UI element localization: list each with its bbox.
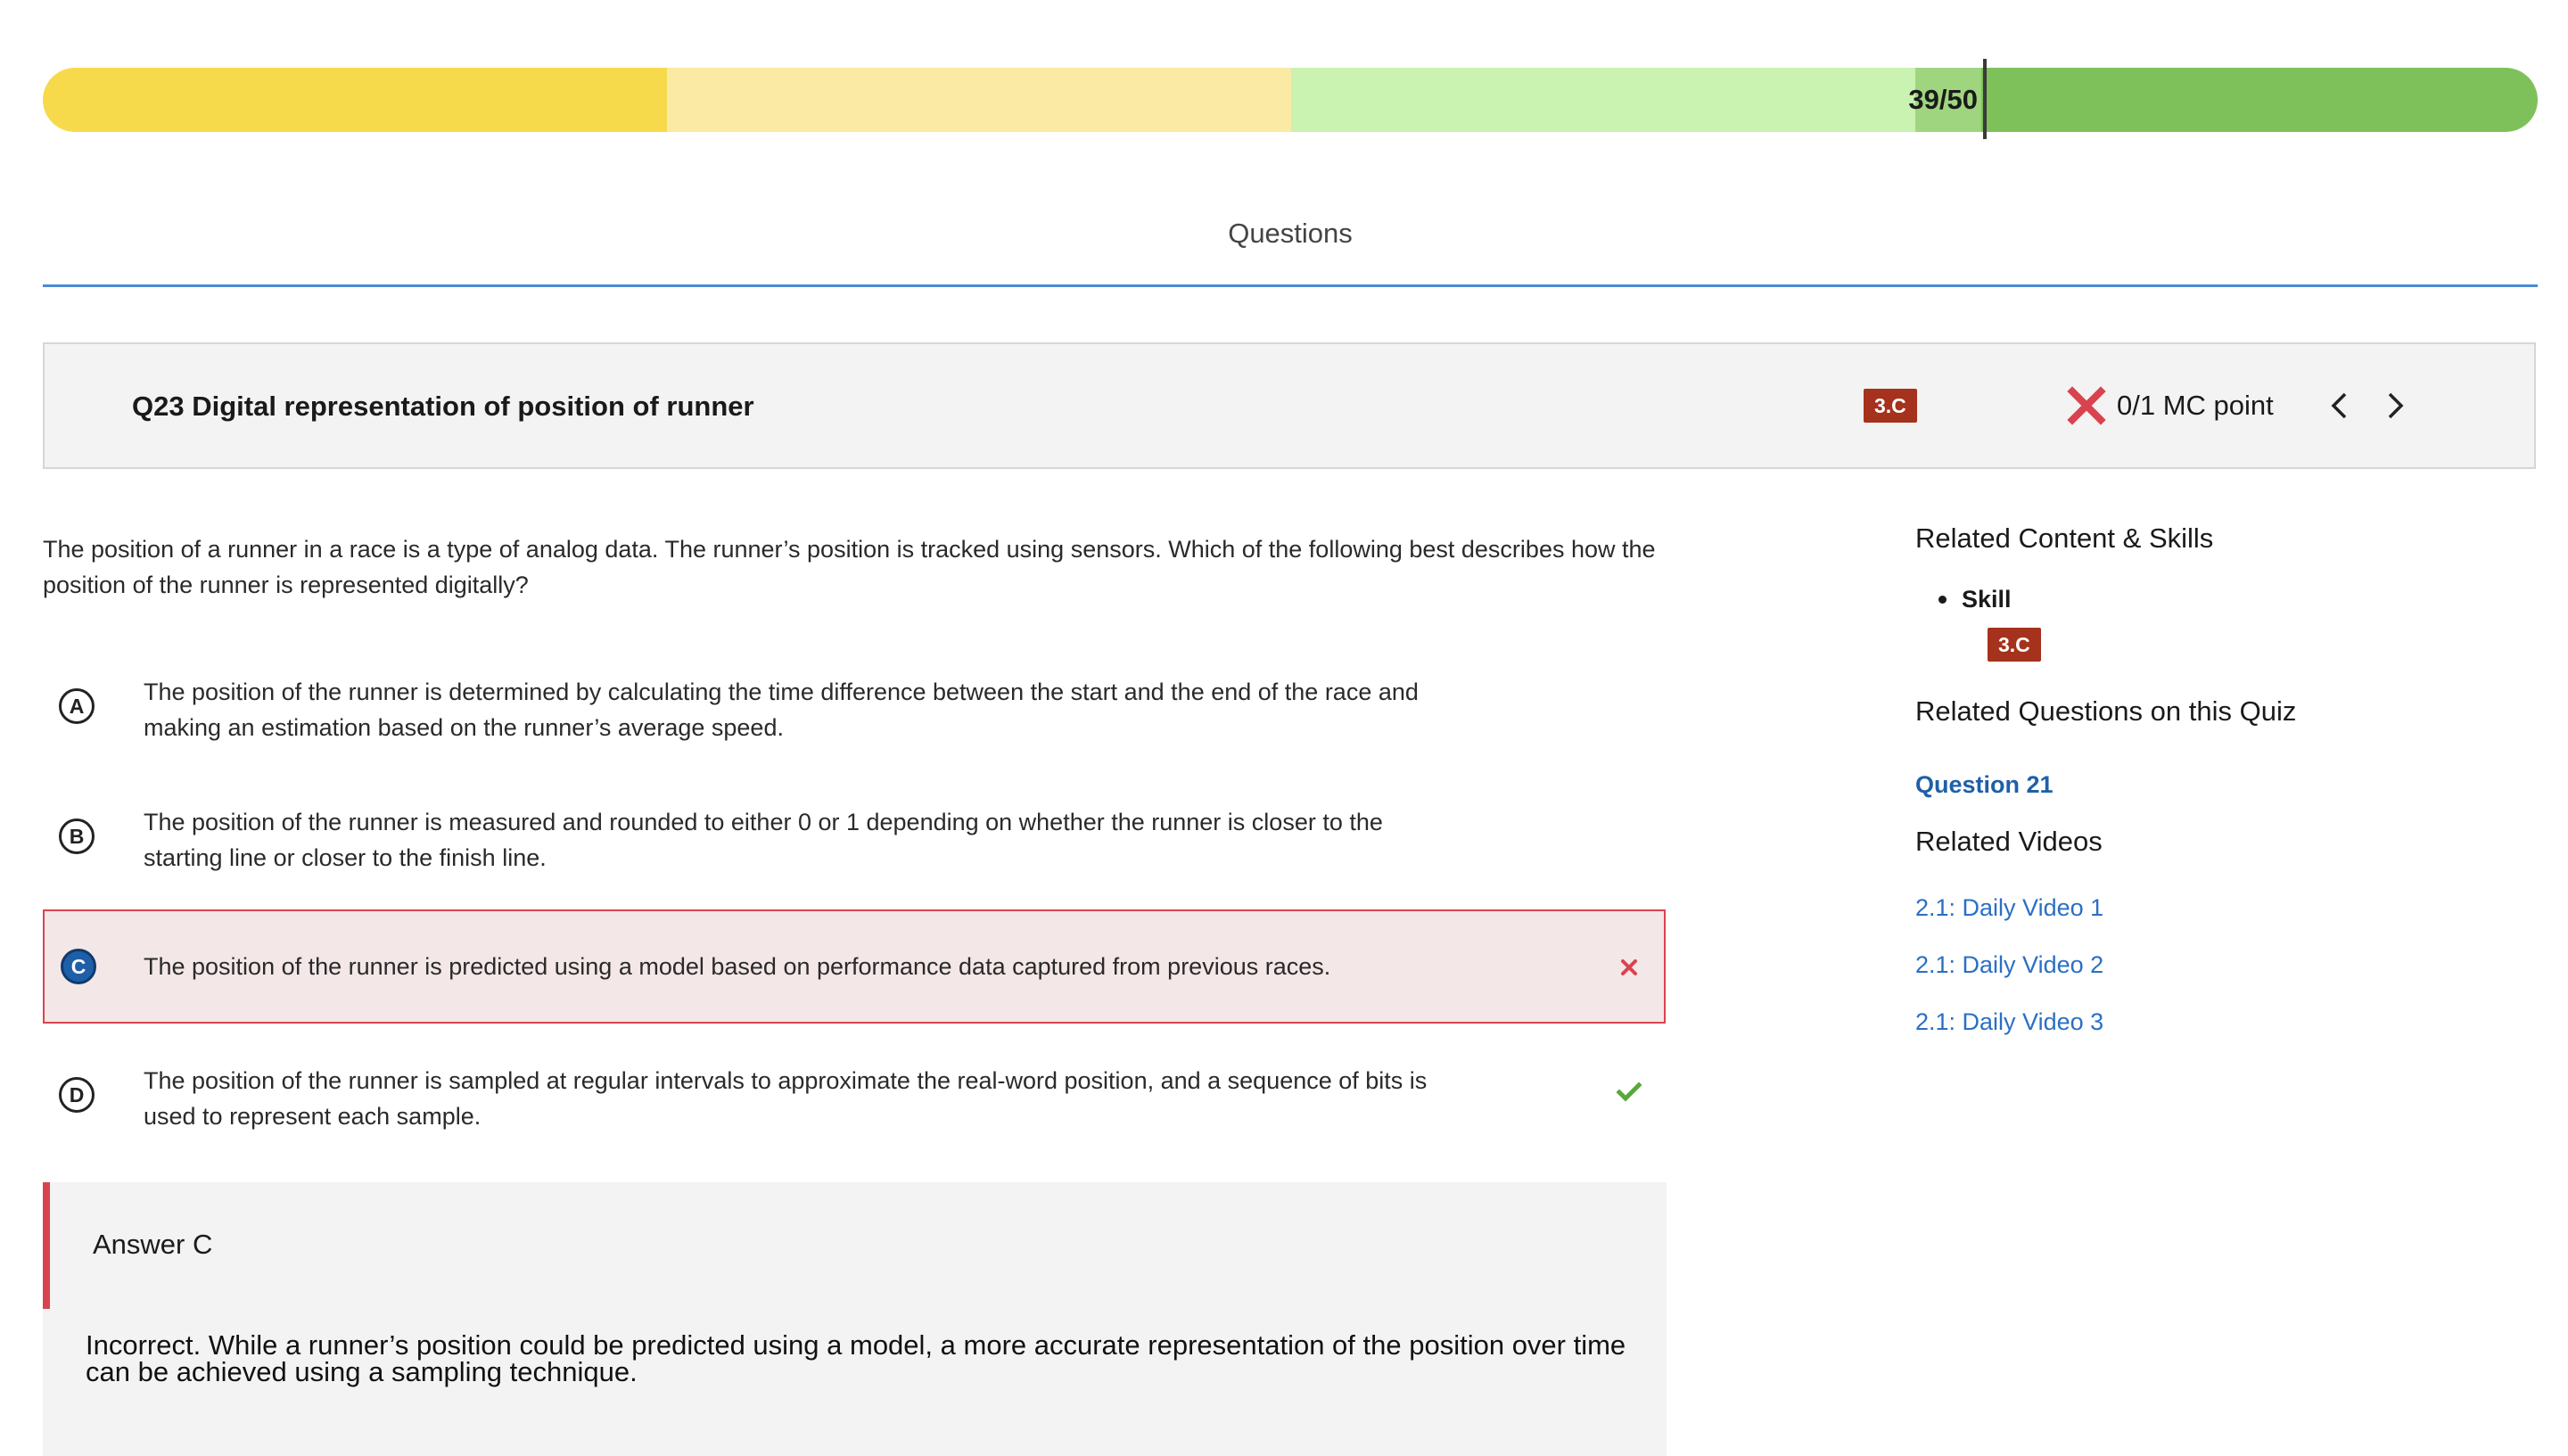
tab-questions[interactable]: Questions — [43, 214, 2538, 253]
choice-letter-b: B — [59, 818, 95, 854]
choice-text-b: The position of the runner is measured a… — [144, 809, 1383, 871]
skill-badge: 3.C — [1864, 389, 1917, 423]
question-title: Q23 Digital representation of position o… — [132, 391, 754, 422]
x-icon — [2067, 386, 2106, 425]
choice-b[interactable]: B The position of the runner is measured… — [43, 797, 1666, 886]
choice-c-selected[interactable]: C The position of the runner is predicte… — [43, 909, 1666, 1024]
points-indicator: 0/1 MC point — [2067, 383, 2274, 428]
sidebar-skill-badge: 3.C — [1988, 628, 2041, 662]
video-link-2[interactable]: 2.1: Daily Video 2 — [1915, 947, 2103, 983]
progress-segment-1 — [43, 68, 667, 132]
tab-underline — [43, 284, 2538, 287]
question-text: The position of a runner in a race is a … — [43, 536, 1656, 598]
progress-segment-3 — [1291, 68, 1915, 132]
answer-explanation: Answer C Incorrect. While a runner’s pos… — [43, 1182, 1667, 1456]
chevron-right-icon — [2388, 392, 2404, 419]
progress-segment-5 — [1981, 68, 2538, 132]
chevron-left-icon — [2331, 392, 2347, 419]
x-icon — [1621, 959, 1637, 975]
check-icon — [1616, 1082, 1642, 1102]
answer-accent-bar — [43, 1182, 50, 1309]
related-questions-heading: Related Questions on this Quiz — [1915, 695, 2297, 727]
choice-letter-c: C — [61, 949, 96, 984]
video-link-3[interactable]: 2.1: Daily Video 3 — [1915, 1004, 2103, 1040]
progress-segment-2 — [667, 68, 1291, 132]
choice-text-c: The position of the runner is predicted … — [144, 953, 1331, 980]
previous-question-button[interactable] — [2320, 386, 2359, 425]
choice-text-d: The position of the runner is sampled at… — [144, 1067, 1428, 1130]
answer-title: Answer C — [93, 1229, 213, 1260]
video-link-1[interactable]: 2.1: Daily Video 1 — [1915, 890, 2103, 925]
choice-text-a: The position of the runner is determined… — [144, 679, 1419, 741]
score-marker — [1983, 59, 1987, 139]
choice-a[interactable]: A The position of the runner is determin… — [43, 667, 1666, 756]
score-label: 39/50 — [1908, 84, 1978, 115]
choice-d[interactable]: D The position of the runner is sampled … — [43, 1056, 1666, 1145]
answer-explanation-text: Incorrect. While a runner’s position cou… — [86, 1329, 1626, 1387]
choice-letter-d: D — [59, 1077, 95, 1113]
related-question-link[interactable]: Question 21 — [1915, 767, 2054, 802]
related-content-heading: Related Content & Skills — [1915, 522, 2214, 554]
points-label: 0/1 MC point — [2117, 390, 2274, 421]
choice-letter-a: A — [59, 688, 95, 724]
skill-list-item: Skill — [1938, 581, 2012, 617]
question-header: Q23 Digital representation of position o… — [43, 342, 2536, 469]
score-progress-bar — [43, 68, 2538, 132]
next-question-button[interactable] — [2375, 386, 2415, 425]
related-videos-heading: Related Videos — [1915, 826, 2103, 857]
